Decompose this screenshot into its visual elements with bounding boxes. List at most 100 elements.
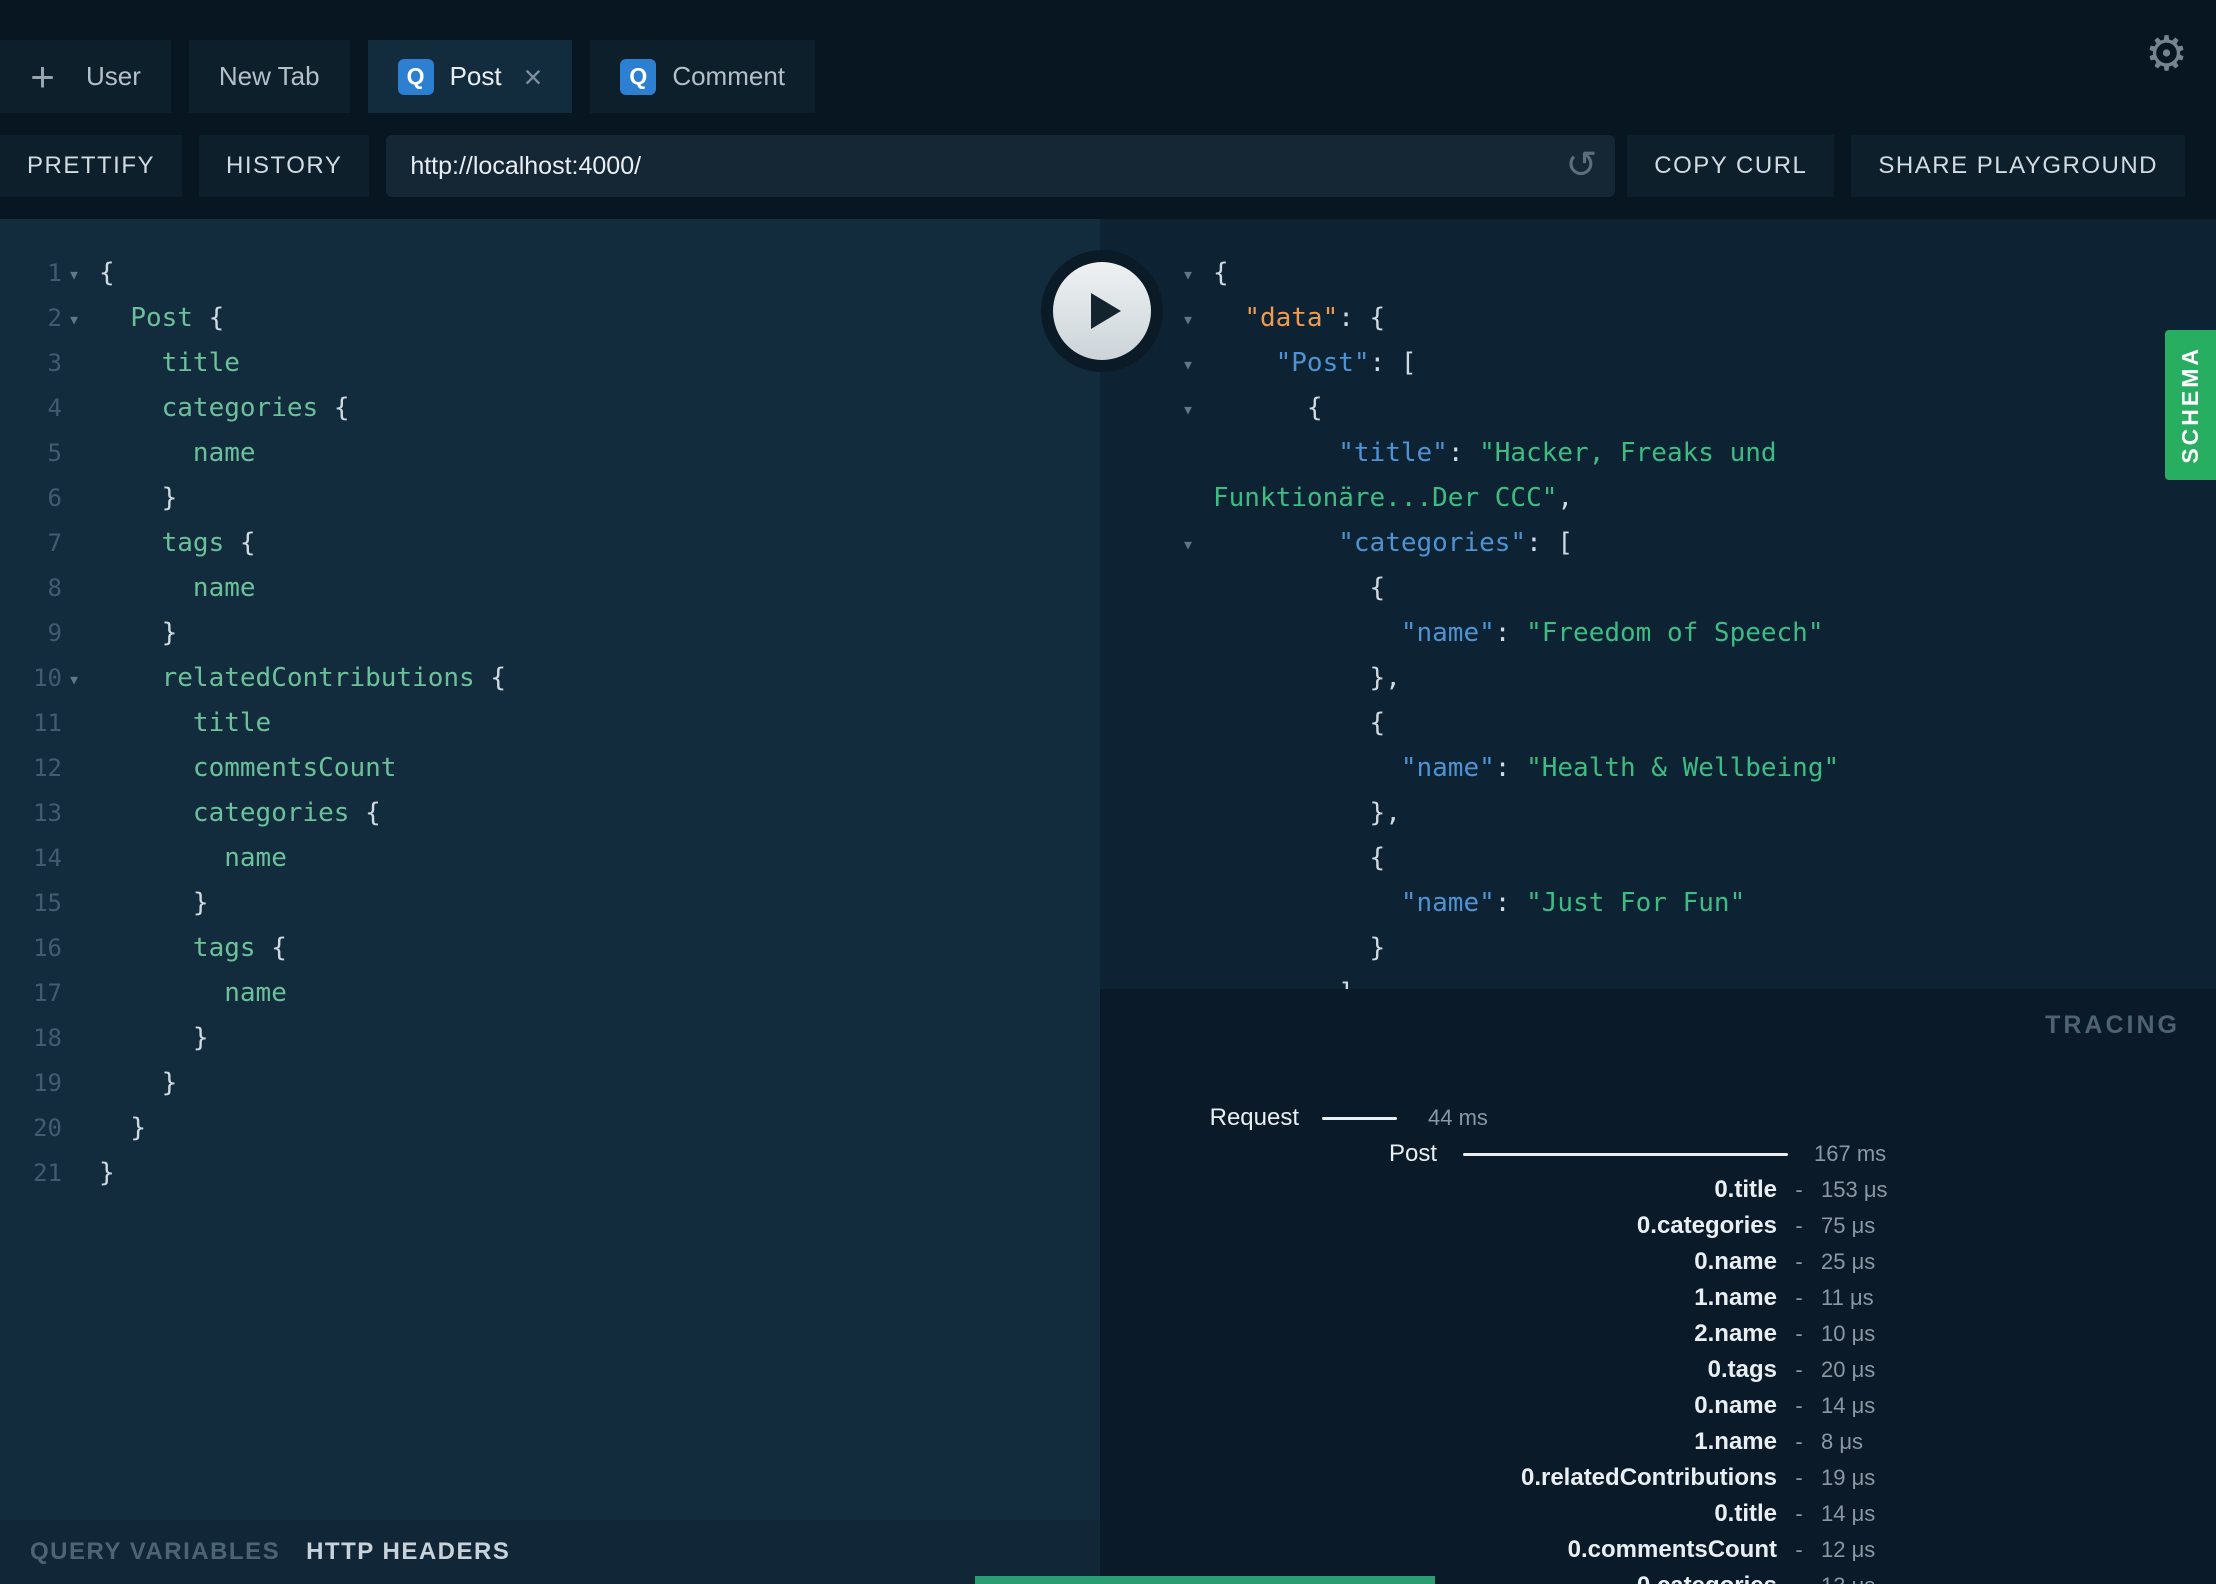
toolbar: PRETTIFY HISTORY ↺ COPY CURL SHARE PLAYG… xyxy=(0,113,2216,219)
tracing-field-row: 0.name -14 μs xyxy=(1100,1388,2216,1424)
tracing-dash: - xyxy=(1795,1429,1803,1454)
share-playground-button[interactable]: SHARE PLAYGROUND xyxy=(1851,135,2185,197)
partial-green-bar xyxy=(975,1576,1435,1584)
play-button[interactable] xyxy=(1041,250,1163,372)
url-input[interactable] xyxy=(386,135,1616,197)
tracing-field-name: 0.name xyxy=(1694,1392,1777,1419)
code-line: 20 } xyxy=(0,1106,1100,1151)
tracing-field-time: 10 μs xyxy=(1821,1321,1876,1346)
code-line: ▾ { xyxy=(1100,386,2216,431)
query-variables-tab[interactable]: QUERY VARIABLES xyxy=(30,1538,280,1566)
tracing-field-name: 2.name xyxy=(1694,1320,1777,1347)
http-headers-tab[interactable]: HTTP HEADERS xyxy=(306,1538,510,1566)
tracing-span-row: Request 44 ms xyxy=(1100,1100,2216,1136)
history-button[interactable]: HISTORY xyxy=(199,135,370,197)
tracing-field-time: 14 μs xyxy=(1821,1393,1876,1418)
new-tab-button[interactable]: + xyxy=(0,40,85,113)
tracing-dash: - xyxy=(1777,1573,1821,1584)
tracing-field-name: 0.title xyxy=(1714,1176,1777,1203)
copy-curl-button[interactable]: COPY CURL xyxy=(1627,135,1835,197)
query-code: 1 ▾{2 ▾ Post {3 title 4 categories {5 name 6… xyxy=(0,219,1100,1196)
tracing-panel: TRACING Request 44 ms Post 167 ms 0.title -15… xyxy=(1100,989,2216,1584)
tracing-field-row: 0.title -153 μs xyxy=(1100,1172,2216,1208)
code-line: "name": "Health & Wellbeing" xyxy=(1400,753,1840,783)
code-line: ▾ "data": { xyxy=(1100,296,2216,341)
code-line: }, xyxy=(1369,798,1401,828)
fold-arrow-icon[interactable]: ▾ xyxy=(1182,387,1194,432)
code-line: 12 commentsCount xyxy=(0,746,1100,791)
tab-new-tab[interactable]: New Tab xyxy=(188,40,350,113)
fold-arrow-icon[interactable]: ▾ xyxy=(1182,342,1194,387)
code-line: { xyxy=(1369,708,1386,738)
tab-bar: QUserNew TabQPost×QComment + ⚙ xyxy=(0,0,2216,113)
tracing-field-name: 1.name xyxy=(1694,1428,1777,1455)
query-badge-icon: Q xyxy=(397,58,434,95)
query-editor-pane[interactable]: 1 ▾{2 ▾ Post {3 title 4 categories {5 name 6… xyxy=(0,219,1100,1584)
tracing-span-label: Post xyxy=(1388,1140,1437,1167)
tracing-dash: - xyxy=(1795,1393,1803,1418)
code-line: 16 tags { xyxy=(0,926,1100,971)
tab-label: Post xyxy=(449,61,502,91)
code-line: 13 categories { xyxy=(0,791,1100,836)
code-line: 8 name xyxy=(0,566,1100,611)
fold-arrow-icon[interactable]: ▾ xyxy=(1182,297,1194,342)
tracing-dash: - xyxy=(1795,1321,1803,1346)
tracing-field-row: 0.name -25 μs xyxy=(1100,1244,2216,1280)
code-line: 21} xyxy=(0,1151,1100,1196)
code-line: }, xyxy=(1369,663,1401,693)
line-number: 19 xyxy=(33,1069,62,1097)
fold-arrow-icon[interactable]: ▾ xyxy=(68,297,80,342)
line-number: 5 xyxy=(47,439,62,467)
fold-arrow-icon[interactable]: ▾ xyxy=(1182,522,1194,567)
play-icon xyxy=(1091,293,1121,329)
tracing-field-name: 0.commentsCount xyxy=(1567,1536,1777,1563)
line-number: 3 xyxy=(47,349,62,377)
tracing-field-row: 0.title -14 μs xyxy=(1100,1496,2216,1532)
tracing-field-time: 75 μs xyxy=(1821,1213,1876,1238)
line-number: 8 xyxy=(47,574,62,602)
line-number: 18 xyxy=(33,1024,62,1052)
fold-arrow-icon[interactable]: ▾ xyxy=(68,657,80,702)
tracing-rows: Request 44 ms Post 167 ms 0.title -153 μs 0.ca… xyxy=(1100,1100,2216,1584)
line-number: 15 xyxy=(33,889,62,917)
tracing-field-time: 8 μs xyxy=(1821,1429,1864,1454)
response-code: ▾ { ▾ "data": {▾ "Post": [▾ { "title": "Ha… xyxy=(1100,219,2216,1016)
fold-arrow-icon[interactable]: ▾ xyxy=(1182,252,1194,297)
code-line: 17 name xyxy=(0,971,1100,1016)
tracing-field-time: 11 μs xyxy=(1821,1285,1874,1310)
tracing-field-time: 20 μs xyxy=(1821,1357,1876,1382)
close-tab-icon[interactable]: × xyxy=(524,61,543,93)
code-line: 5 name xyxy=(0,431,1100,476)
schema-tab[interactable]: SCHEMA xyxy=(2165,330,2216,480)
tracing-field-row: 0.categories -75 μs xyxy=(1100,1208,2216,1244)
line-number: 20 xyxy=(33,1114,62,1142)
line-number: 12 xyxy=(33,754,62,782)
tracing-field-name: 0.name xyxy=(1694,1248,1777,1275)
line-number: 21 xyxy=(33,1159,62,1187)
response-pane: ▾ { ▾ "data": {▾ "Post": [▾ { "title": "Ha… xyxy=(1100,219,2216,1584)
code-line: 18 } xyxy=(0,1016,1100,1061)
code-line: 10 ▾ relatedContributions { xyxy=(0,656,1100,701)
code-line: 1 ▾{ xyxy=(0,251,1100,296)
tab-list: QUserNew TabQPost×QComment xyxy=(4,40,833,113)
tracing-field-name: 0.categories xyxy=(1636,1212,1777,1239)
code-line: ▾ "Post": [ xyxy=(1100,341,2216,386)
tab-comment[interactable]: Q Comment xyxy=(590,40,816,113)
tracing-field-name: 0.relatedContributions xyxy=(1520,1464,1777,1491)
tracing-span-time: 167 ms xyxy=(1814,1141,1887,1166)
tracing-span-row: Post 167 ms xyxy=(1100,1136,2216,1172)
reload-icon[interactable]: ↺ xyxy=(1565,143,1597,188)
tab-post[interactable]: Q Post × xyxy=(367,40,573,113)
line-number: 16 xyxy=(33,934,62,962)
code-line: "title": "Hacker, Freaks und xyxy=(1338,438,1777,468)
prettify-button[interactable]: PRETTIFY xyxy=(0,135,183,197)
settings-gear-icon[interactable]: ⚙ xyxy=(2145,26,2188,82)
line-number: 11 xyxy=(33,709,62,737)
code-line: } xyxy=(1369,933,1386,963)
tracing-field-row: 1.name -8 μs xyxy=(1100,1424,2216,1460)
code-line: 6 } xyxy=(0,476,1100,521)
line-number: 1 xyxy=(47,259,62,287)
fold-arrow-icon[interactable]: ▾ xyxy=(68,252,80,297)
tracing-dash: - xyxy=(1795,1285,1803,1310)
code-line: 7 tags { xyxy=(0,521,1100,566)
